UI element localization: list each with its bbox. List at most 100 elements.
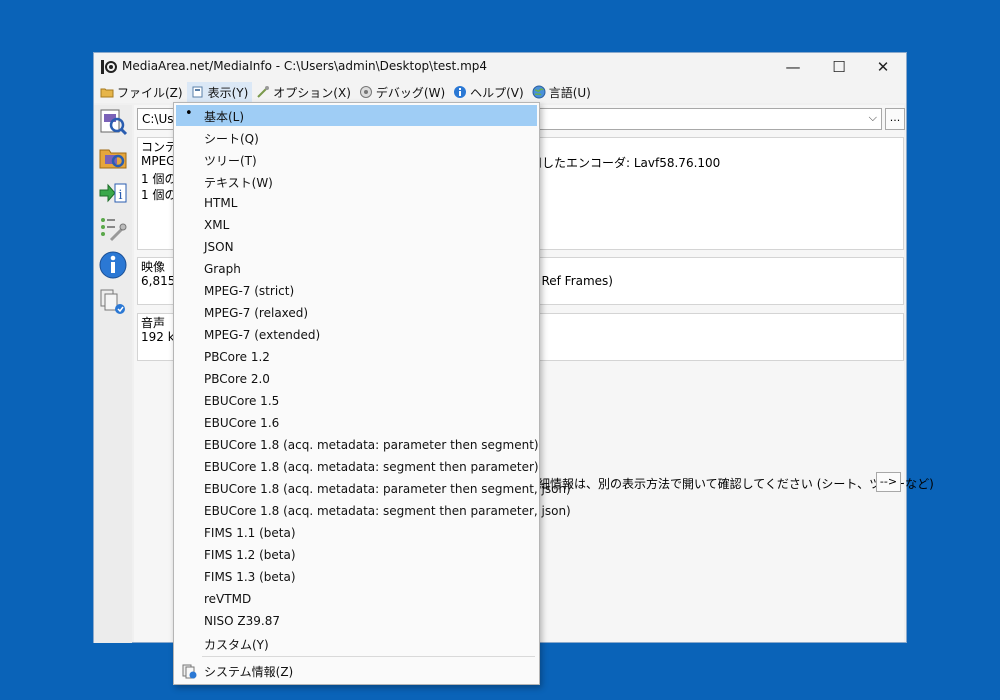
menu-item-view-21[interactable]: FIMS 1.3 (beta) <box>176 567 537 588</box>
menu-view-label: 表示(Y) <box>207 85 249 100</box>
general-header: コンテ <box>141 140 178 154</box>
menu-view[interactable]: 表示(Y) <box>186 82 253 102</box>
menu-language-label: 言語(U) <box>548 85 591 100</box>
menu-item-view-12[interactable]: PBCore 2.0 <box>176 369 537 390</box>
globe-icon <box>532 85 546 99</box>
export-info-icon: i <box>99 183 127 203</box>
menu-options[interactable]: オプション(X) <box>252 82 355 102</box>
menu-item-view-19[interactable]: FIMS 1.1 (beta) <box>176 523 537 544</box>
menu-item-label: EBUCore 1.8 (acq. metadata: segment then… <box>204 504 571 518</box>
menu-item-label: MPEG-7 (strict) <box>204 284 295 298</box>
file-path-text: C:\Us <box>142 112 174 126</box>
window-title: MediaArea.net/MediaInfo - C:\Users\admin… <box>122 59 488 73</box>
menu-item-label: ツリー(T) <box>204 154 257 168</box>
menu-help-label: ヘルプ(V) <box>470 85 524 100</box>
maximize-button[interactable]: ☐ <box>816 53 862 81</box>
general-line-1: MPEG <box>141 154 176 168</box>
menu-item-view-17[interactable]: EBUCore 1.8 (acq. metadata: parameter th… <box>176 479 571 500</box>
minimize-button[interactable]: — <box>770 53 816 81</box>
menu-item-label: シート(Q) <box>204 132 259 146</box>
open-folder-button[interactable] <box>97 141 129 173</box>
menu-item-label: FIMS 1.1 (beta) <box>204 526 296 540</box>
menu-item-view-6[interactable]: JSON <box>176 237 537 258</box>
menu-debug-label: デバッグ(W) <box>375 85 446 100</box>
menu-item-view-18[interactable]: EBUCore 1.8 (acq. metadata: segment then… <box>176 501 571 522</box>
menu-item-label: FIMS 1.3 (beta) <box>204 570 296 584</box>
menu-item-view-5[interactable]: XML <box>176 215 537 236</box>
video-header: 映像 <box>141 260 166 274</box>
help-icon <box>454 86 467 98</box>
general-encoder-text: 用したエンコーダ: Lavf58.76.100 <box>530 156 721 170</box>
open-folder-icon <box>99 149 127 169</box>
general-line-2: 1 個の <box>141 172 177 186</box>
menu-item-view-11[interactable]: PBCore 1.2 <box>176 347 537 368</box>
menu-item-system-info[interactable]: システム情報(Z) <box>176 660 537 681</box>
menu-item-label: 基本(L) <box>204 110 245 124</box>
menu-item-label: MPEG-7 (extended) <box>204 328 321 342</box>
knowledge-base-button[interactable] <box>97 285 129 317</box>
general-line-3: 1 個の <box>141 188 177 202</box>
mediainfo-app-icon <box>101 60 117 74</box>
menu-item-label: PBCore 2.0 <box>204 372 270 386</box>
open-file-icon <box>100 109 128 136</box>
browse-button[interactable]: ... <box>885 108 905 130</box>
menu-file[interactable]: ファイル(Z) <box>96 82 187 102</box>
system-info-icon <box>182 664 197 679</box>
options-icon <box>257 86 270 98</box>
menu-item-view-24[interactable]: カスタム(Y) <box>176 633 537 654</box>
menu-item-label: Graph <box>204 262 241 276</box>
title-bar[interactable]: MediaArea.net/MediaInfo - C:\Users\admin… <box>94 53 906 81</box>
open-file-button[interactable] <box>97 105 129 137</box>
menu-debug[interactable]: デバッグ(W) <box>355 82 449 102</box>
video-line: 6,815 <box>141 274 176 288</box>
left-toolbar: i <box>94 105 132 643</box>
audio-line: 192 k <box>141 330 175 344</box>
menu-item-label: MPEG-7 (relaxed) <box>204 306 309 320</box>
menu-item-view-7[interactable]: Graph <box>176 259 537 280</box>
view-menu-dropdown: • 基本(L) シート(Q) ツリー(T) テキスト(W) HTML XML JSON Grap… <box>173 102 571 685</box>
menu-item-view-8[interactable]: MPEG-7 (strict) <box>176 281 537 302</box>
chevron-down-icon[interactable]: ⌵ <box>869 111 877 125</box>
menu-separator <box>202 656 535 657</box>
menu-item-view-16[interactable]: EBUCore 1.8 (acq. metadata: segment then… <box>176 457 539 478</box>
menu-item-label: XML <box>204 218 230 232</box>
menu-item-label: NISO Z39.87 <box>204 614 280 628</box>
menu-item-label: EBUCore 1.8 (acq. metadata: parameter th… <box>204 438 539 452</box>
menu-item-view-3[interactable]: テキスト(W) <box>176 171 537 192</box>
menu-item-view-4[interactable]: HTML <box>176 193 537 214</box>
menu-item-view-15[interactable]: EBUCore 1.8 (acq. metadata: parameter th… <box>176 435 539 456</box>
selected-bullet-icon: • <box>185 106 193 121</box>
debug-icon <box>359 86 372 98</box>
menu-language[interactable]: 言語(U) <box>528 82 595 102</box>
menu-item-label: EBUCore 1.8 (acq. metadata: segment then… <box>204 460 539 474</box>
more-info-button[interactable]: --> <box>876 472 901 492</box>
menu-item-label: システム情報(Z) <box>204 665 294 679</box>
menu-item-label: JSON <box>204 240 234 254</box>
knowledge-base-icon <box>100 289 125 314</box>
menu-item-view-20[interactable]: FIMS 1.2 (beta) <box>176 545 537 566</box>
about-button[interactable] <box>97 249 129 281</box>
menu-bar: ファイル(Z) 表示(Y) オプション(X) デバッグ(W) ヘルプ(V) 言語… <box>94 81 906 103</box>
menu-item-view-14[interactable]: EBUCore 1.6 <box>176 413 537 434</box>
menu-item-view-13[interactable]: EBUCore 1.5 <box>176 391 537 412</box>
menu-help[interactable]: ヘルプ(V) <box>449 82 528 102</box>
menu-options-label: オプション(X) <box>273 85 351 100</box>
detail-info-note: 詳細情報は、別の表示方法で開いて確認してください (シート、ツリーなど) <box>526 477 934 491</box>
menu-item-label: カスタム(Y) <box>204 638 269 652</box>
view-icon <box>192 86 203 98</box>
menu-item-label: PBCore 1.2 <box>204 350 270 364</box>
menu-item-label: EBUCore 1.8 (acq. metadata: parameter th… <box>204 482 571 496</box>
menu-item-label: EBUCore 1.6 <box>204 416 280 430</box>
video-ref-frames-text: 4 Ref Frames) <box>530 274 613 288</box>
menu-item-view-1[interactable]: シート(Q) <box>176 127 537 148</box>
options-button[interactable] <box>97 213 129 245</box>
close-button[interactable]: ✕ <box>860 53 906 81</box>
menu-item-view-10[interactable]: MPEG-7 (extended) <box>176 325 537 346</box>
menu-item-label: EBUCore 1.5 <box>204 394 280 408</box>
menu-item-view-9[interactable]: MPEG-7 (relaxed) <box>176 303 537 324</box>
export-info-button[interactable]: i <box>97 177 129 209</box>
menu-item-view-2[interactable]: ツリー(T) <box>176 149 537 170</box>
menu-item-view-0[interactable]: • 基本(L) <box>176 105 537 126</box>
menu-item-view-22[interactable]: reVTMD <box>176 589 537 610</box>
menu-item-view-23[interactable]: NISO Z39.87 <box>176 611 537 632</box>
